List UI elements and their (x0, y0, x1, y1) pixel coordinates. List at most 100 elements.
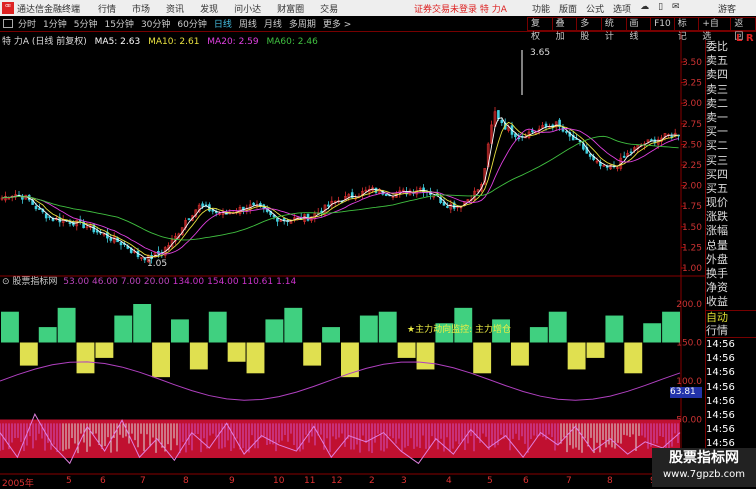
auto-label[interactable]: 自动 (706, 309, 756, 324)
histogram-bar (567, 342, 586, 370)
tick-time: 14:56 (706, 381, 735, 393)
date-tick-label: 7 (140, 476, 146, 486)
ma5-line (1, 117, 679, 259)
candle-body (306, 213, 310, 221)
histogram-bar (303, 342, 322, 366)
tick-time: 14:56 (706, 395, 735, 407)
histogram-bar (322, 327, 340, 343)
tick-time: 14:56 (706, 367, 735, 379)
watermark-line1: 股票指标网 (669, 450, 739, 466)
quote-field-label: 涨幅 (706, 224, 728, 238)
date-tick-label: 2 (369, 476, 375, 486)
quote-label: 行情 (706, 324, 756, 338)
date-tick-label: 6 (523, 476, 529, 486)
date-axis: 2005年5678910111223456789 (0, 476, 700, 489)
date-tick-label: 11 (304, 476, 316, 486)
date-tick-label: 2005年 (2, 479, 34, 489)
tick-time: 14:56 (706, 409, 735, 421)
histogram-bar (548, 311, 567, 343)
indicator-header: ⊙ 股票指标网 53.00 46.00 7.00 20.00 134.00 154.00 1… (2, 274, 302, 287)
quote-field-label: 买三 (706, 153, 728, 167)
histogram-bar (378, 311, 397, 343)
histogram-bar (38, 327, 57, 343)
indicator-axis-label: 50.00 (676, 416, 702, 426)
indicator-annotation: ★主力动向监控: 主力增仓 (407, 325, 511, 335)
date-tick-label: 7 (566, 476, 572, 486)
indicator-value: 20.00 (143, 277, 170, 287)
price-axis-label: 2.50 (682, 140, 702, 150)
kline-chart[interactable]: 3.50 3.25 3.00 2.75 2.50 2.25 2.00 1.75 1.50 1.25… (0, 0, 705, 487)
date-tick-label: 10 (273, 476, 285, 486)
indicator-axis-label: 200.0 (676, 300, 702, 310)
indicator-value: 1.14 (276, 277, 297, 287)
candle-body (68, 222, 72, 224)
histogram-bar (624, 342, 643, 374)
date-tick-label: 5 (487, 476, 493, 486)
candle-body (34, 206, 38, 210)
price-axis-label: 1.25 (682, 243, 702, 253)
candle-body (119, 242, 123, 246)
histogram-bar (227, 342, 246, 362)
histogram-bar (605, 315, 624, 343)
quote-field-label: 卖一 (706, 110, 728, 124)
quote-field-label: 换手 (706, 267, 728, 280)
price-axis-label: 2.00 (682, 182, 702, 192)
quote-field-label: 委比 (706, 40, 728, 53)
candle-body (650, 139, 653, 141)
histogram-bar (284, 307, 303, 343)
quote-field-label: 买一 (706, 125, 728, 139)
candle-body (187, 218, 191, 220)
price-axis-label: 3.50 (682, 58, 702, 68)
histogram-bar (152, 342, 170, 378)
candle-body (622, 155, 626, 158)
candle-body (109, 238, 113, 241)
indicator-value: 53.00 (63, 277, 90, 287)
indicator-name[interactable]: ⊙ 股票指标网 (2, 277, 57, 287)
quote-field-label: 净资 (706, 281, 728, 295)
date-tick-label: 6 (100, 476, 106, 486)
candle-body (629, 151, 633, 154)
toolbar-button[interactable]: 返回 (730, 17, 756, 42)
quote-panel: 委比 卖五 卖四 卖三 卖二 卖一 买一 买二 买三 买四 买五 现价 涨跌 涨幅 总量 外盘 换手 净资 收益 自动… (705, 40, 756, 487)
candle-body (252, 202, 255, 206)
indicator-current-value: 63.81 (670, 387, 702, 398)
quote-field-label: 总量 (706, 238, 728, 252)
quote-field-label: 卖二 (706, 96, 728, 110)
histogram-bar (208, 311, 227, 343)
tick-time: 14:56 (706, 338, 735, 350)
histogram-bar (114, 315, 133, 343)
watermark-line2: www.7gpzb.com (663, 469, 745, 480)
indicator-value: 110.61 (241, 277, 274, 287)
histogram-bar (643, 323, 662, 343)
price-axis-label: 3.25 (682, 79, 702, 89)
quote-field-label: 买四 (706, 167, 728, 181)
candle-body (44, 213, 48, 219)
histogram-bar (19, 342, 38, 366)
candle-body (201, 203, 204, 207)
user-guest[interactable]: 游客 (718, 2, 736, 15)
quote-field-label: 买五 (706, 181, 728, 195)
candle-body (531, 130, 534, 133)
ma60-line (1, 135, 679, 241)
date-tick-label: 5 (66, 476, 72, 486)
price-axis-label: 1.75 (682, 202, 702, 212)
histogram-bar (359, 315, 378, 343)
ma10-line (1, 121, 679, 258)
price-axis-label: 2.25 (682, 161, 702, 171)
indicator-axis-label: 150.0 (676, 339, 702, 349)
quote-field-label: 卖四 (706, 68, 728, 82)
quote-field-label: 卖五 (706, 54, 728, 68)
histogram-bar (586, 342, 605, 358)
date-tick-label: 4 (446, 476, 452, 486)
indicator-value: 7.00 (120, 277, 141, 287)
price-axis-label: 1.50 (682, 223, 702, 233)
date-tick-label: 8 (607, 476, 613, 486)
candle-body (446, 206, 449, 208)
candle-body (500, 120, 504, 124)
indicator-value: 134.00 (172, 277, 205, 287)
price-axis-label: 2.75 (682, 120, 702, 130)
histogram-bar (662, 311, 680, 343)
indicator-value: 154.00 (207, 277, 239, 287)
histogram-bar (171, 319, 189, 343)
histogram-bar (1, 311, 19, 343)
